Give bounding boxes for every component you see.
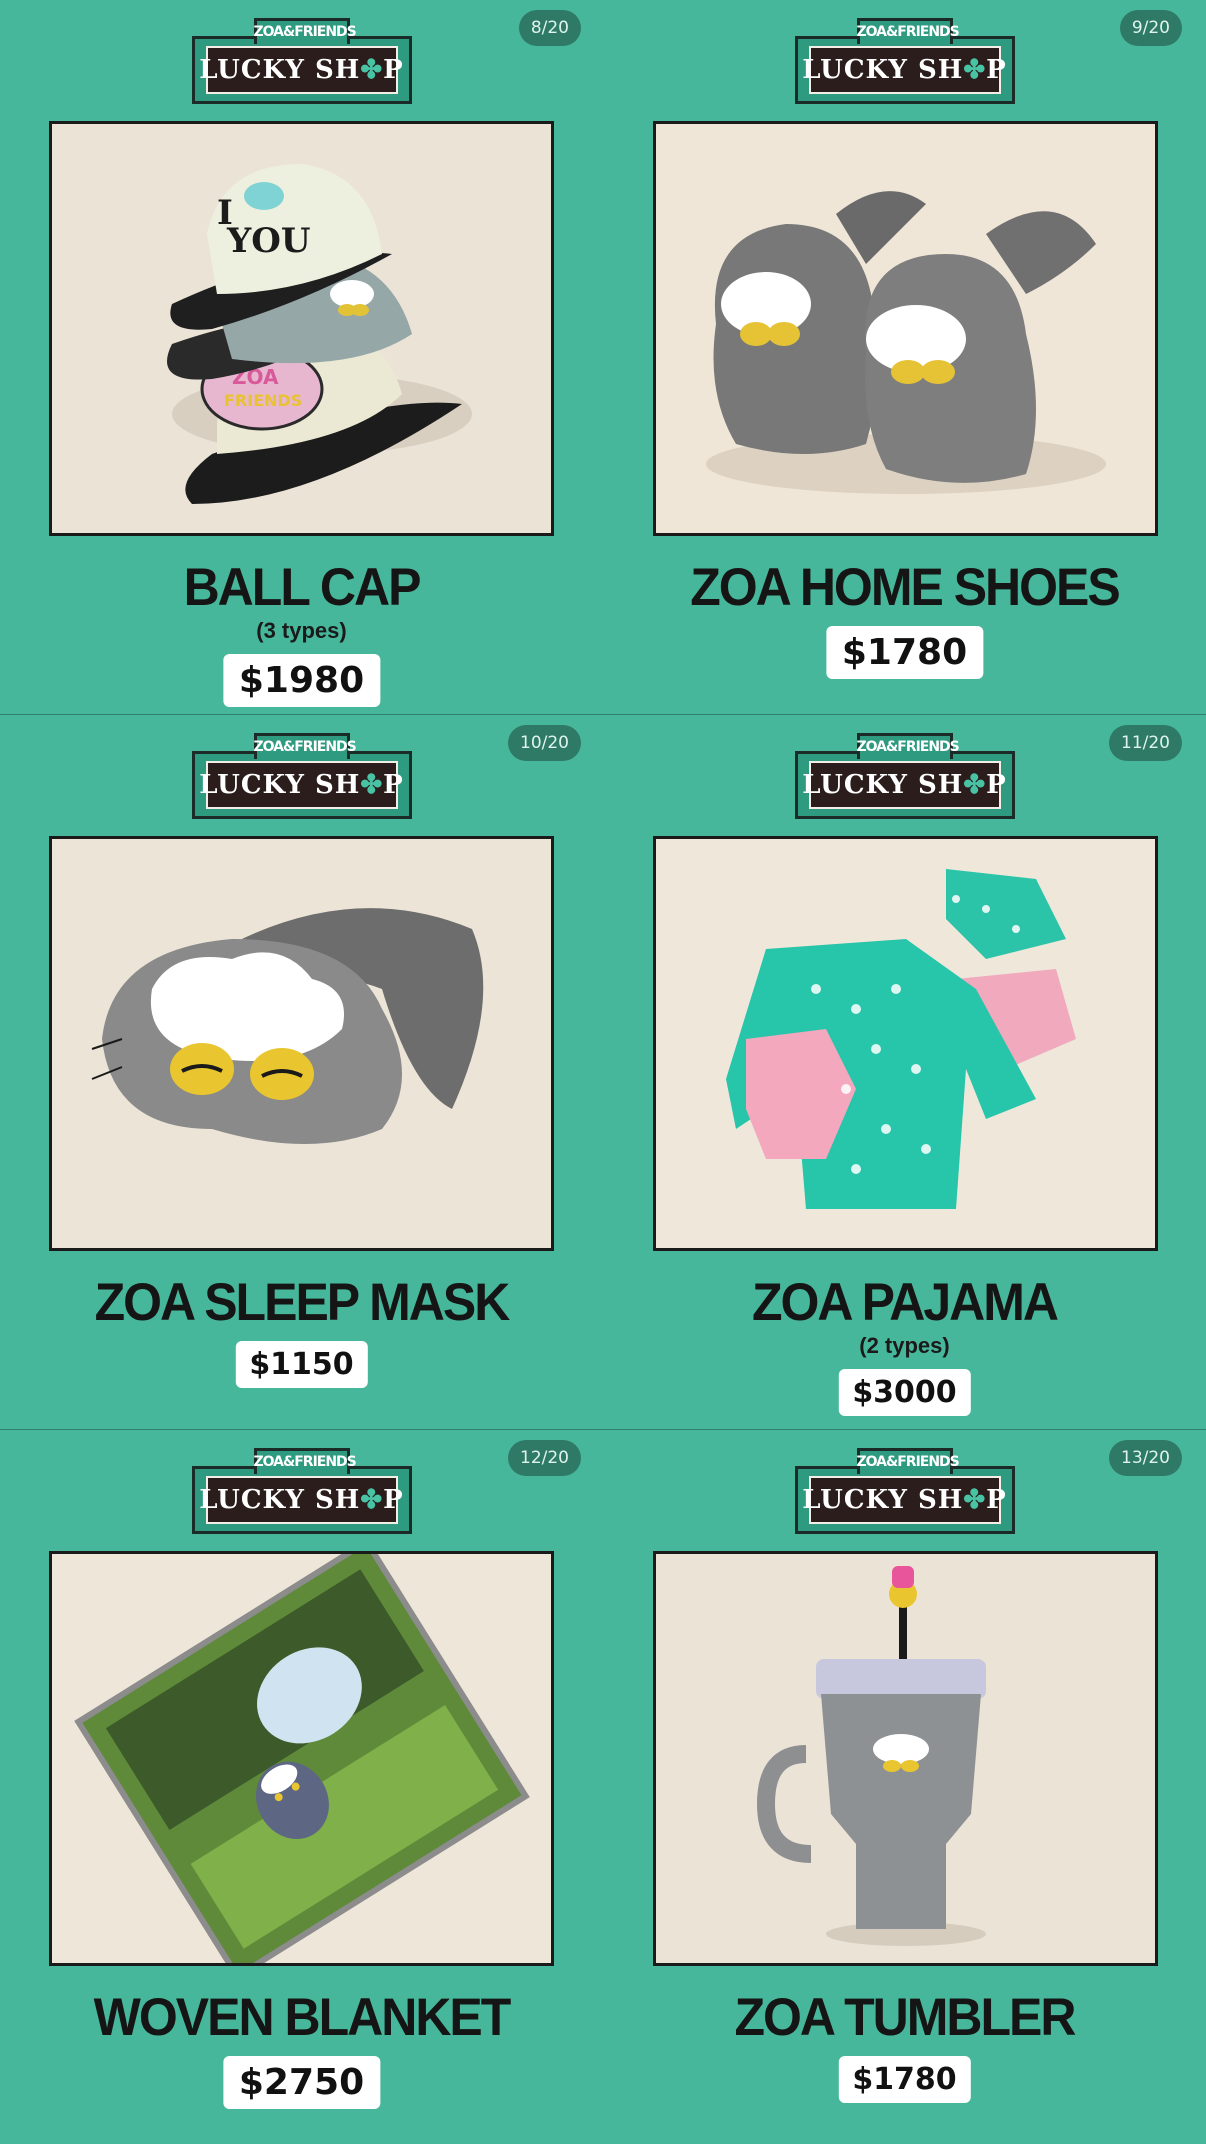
page-counter-badge: 10/20 (508, 725, 581, 761)
product-card-tumbler[interactable]: ZOA&FRIENDS LUCKY SH✤P 13/20 ZOA TUMBLER… (603, 1430, 1206, 2144)
product-variants: (3 types) (256, 618, 347, 643)
lucky-shop-logo: ZOA&FRIENDS LUCKY SH✤P (794, 18, 1015, 104)
page-counter-badge: 8/20 (518, 10, 581, 46)
price-tag: $2750 (222, 2056, 381, 2109)
product-title: ZOA TUMBLER (734, 1987, 1077, 2047)
product-card-woven-blanket[interactable]: ZOA&FRIENDS LUCKY SH✤P 12/20 WOVEN BLANK… (0, 1430, 603, 2144)
product-photo[interactable] (653, 1551, 1158, 1966)
product-card-sleep-mask[interactable]: ZOA&FRIENDS LUCKY SH✤P 10/20 ZOA SLEEP M… (0, 715, 603, 1429)
page-counter-badge: 11/20 (1109, 725, 1182, 761)
product-title: BALL CAP (183, 557, 422, 617)
price-tag: $1980 (222, 654, 381, 707)
price-tag: $3000 (838, 1369, 971, 1416)
product-title: ZOA HOME SHOES (690, 557, 1121, 617)
svg-text:YOU: YOU (226, 221, 311, 261)
price-tag: $1150 (235, 1341, 368, 1388)
product-title: WOVEN BLANKET (93, 1987, 512, 2047)
product-card-home-shoes[interactable]: ZOA&FRIENDS LUCKY SH✤P 9/20 ZOA HOME SHO… (603, 0, 1206, 714)
product-row-3: ZOA&FRIENDS LUCKY SH✤P 12/20 WOVEN BLANK… (0, 1430, 1206, 2144)
price-tag: $1780 (838, 2056, 971, 2103)
svg-text:FRIENDS: FRIENDS (224, 391, 302, 410)
lucky-shop-logo: ZOA&FRIENDS LUCKY SH✤P (794, 1448, 1015, 1534)
product-variants: (2 types) (859, 1333, 950, 1358)
lucky-shop-logo: ZOA&FRIENDS LUCKY SH✤P (794, 733, 1015, 819)
product-title: ZOA SLEEP MASK (94, 1272, 511, 1332)
page-counter-badge: 12/20 (508, 1440, 581, 1476)
price-tag: $1780 (825, 626, 984, 679)
product-photo[interactable]: ZOA FRIENDS I YOU (49, 121, 554, 536)
lucky-shop-logo: ZOA&FRIENDS LUCKY SH✤P (191, 1448, 412, 1534)
product-row-2: ZOA&FRIENDS LUCKY SH✤P 10/20 ZOA SLEEP M… (0, 715, 1206, 1430)
lucky-shop-logo: ZOA&FRIENDS LUCKY SH✤P (191, 733, 412, 819)
product-card-pajama[interactable]: ZOA&FRIENDS LUCKY SH✤P 11/20 ZOA PAJAMA … (603, 715, 1206, 1429)
product-photo[interactable] (49, 1551, 554, 1966)
product-photo[interactable] (49, 836, 554, 1251)
product-row-1: ZOA&FRIENDS LUCKY SH✤P 8/20 ZOA FRIENDS (0, 0, 1206, 715)
product-photo[interactable] (653, 121, 1158, 536)
product-photo[interactable] (653, 836, 1158, 1251)
lucky-shop-logo: ZOA&FRIENDS LUCKY SH✤P (191, 18, 412, 104)
product-title: ZOA PAJAMA (752, 1272, 1059, 1332)
page-counter-badge: 13/20 (1109, 1440, 1182, 1476)
page-counter-badge: 9/20 (1119, 10, 1182, 46)
product-card-ball-cap[interactable]: ZOA&FRIENDS LUCKY SH✤P 8/20 ZOA FRIENDS (0, 0, 603, 714)
